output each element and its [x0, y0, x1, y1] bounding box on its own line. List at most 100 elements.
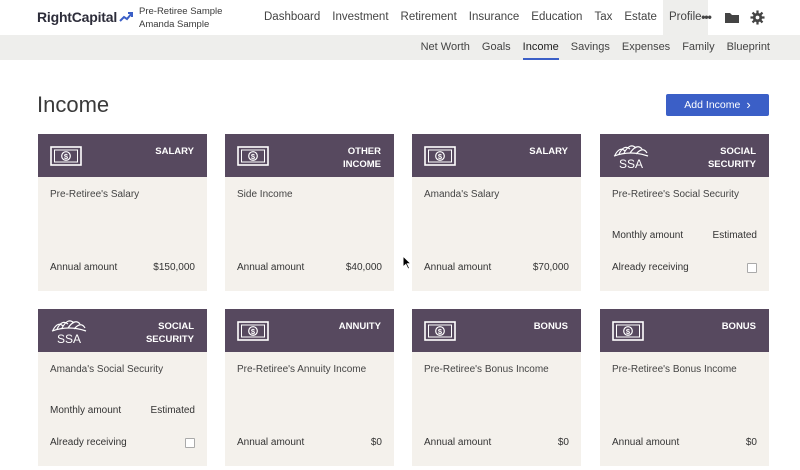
- subnav-net-worth[interactable]: Net Worth: [421, 35, 470, 60]
- card-row-label: Already receiving: [50, 437, 127, 448]
- more-menu-icon[interactable]: •••: [697, 8, 715, 26]
- main-nav: Dashboard Investment Retirement Insuranc…: [258, 0, 708, 35]
- card-row-label: Monthly amount: [612, 230, 684, 241]
- card-header: $ ANNUITY: [225, 309, 394, 352]
- card-type-label: OTHER INCOME: [343, 146, 381, 170]
- ssa-icon: SSA: [612, 142, 650, 175]
- income-card[interactable]: SSA SOCIAL SECURITY Amanda's Social Securi…: [38, 309, 207, 466]
- card-row-value: Estimated: [712, 230, 757, 241]
- income-card[interactable]: $ BONUS Pre-Retiree's Bonus Income Annual a…: [412, 309, 581, 466]
- household-primary: Pre-Retiree Sample: [139, 6, 223, 17]
- nav-dashboard[interactable]: Dashboard: [258, 0, 326, 35]
- nav-estate[interactable]: Estate: [618, 0, 663, 35]
- subnav-goals[interactable]: Goals: [482, 35, 511, 60]
- income-card[interactable]: $ OTHER INCOME Side Income Annual amount $40…: [225, 134, 394, 291]
- brand-logo[interactable]: RightCapital: [37, 9, 134, 25]
- card-type-label: ANNUITY: [338, 321, 381, 332]
- card-row-label: Annual amount: [237, 262, 305, 273]
- income-card[interactable]: $ SALARY Pre-Retiree's Salary Annual amount…: [38, 134, 207, 291]
- card-header: $ SALARY: [412, 134, 581, 177]
- card-income-name: Side Income: [237, 189, 293, 200]
- card-income-name: Pre-Retiree's Salary: [50, 189, 140, 200]
- folder-icon[interactable]: [723, 8, 741, 26]
- subnav-savings[interactable]: Savings: [571, 35, 610, 60]
- card-income-name: Pre-Retiree's Annuity Income: [237, 364, 367, 375]
- cash-icon: $: [237, 146, 269, 171]
- card-income-name: Amanda's Social Security: [50, 364, 164, 375]
- add-income-button[interactable]: Add Income ›: [666, 94, 769, 116]
- cash-icon: $: [237, 321, 269, 346]
- card-row-value: $150,000: [153, 262, 195, 273]
- card-row: Annual amount $40,000: [237, 262, 382, 273]
- card-row-value: $0: [745, 437, 757, 448]
- income-card[interactable]: SSA SOCIAL SECURITY Pre-Retiree's Social S…: [600, 134, 769, 291]
- card-row-label: Monthly amount: [50, 405, 122, 416]
- card-row: Already receiving: [612, 262, 757, 273]
- card-row-label: Annual amount: [424, 262, 492, 273]
- nav-education[interactable]: Education: [525, 0, 588, 35]
- logo-arrow-icon: [119, 12, 134, 22]
- card-income-name: Pre-Retiree's Social Security: [612, 189, 739, 200]
- card-row: Annual amount $150,000: [50, 262, 195, 273]
- card-type-label: SALARY: [155, 146, 194, 157]
- household-switcher[interactable]: Pre-Retiree Sample Amanda Sample: [139, 5, 222, 31]
- card-income-name: Amanda's Salary: [424, 189, 500, 200]
- sub-nav-bar: Net Worth Goals Income Savings Expenses …: [0, 35, 800, 60]
- income-card[interactable]: $ BONUS Pre-Retiree's Bonus Income Annual a…: [600, 309, 769, 466]
- income-card[interactable]: $ SALARY Amanda's Salary Annual amount $70,0…: [412, 134, 581, 291]
- cash-icon: $: [612, 321, 644, 346]
- card-row: Annual amount $0: [424, 437, 569, 448]
- card-type-label: SOCIAL SECURITY: [145, 321, 194, 345]
- card-header: $ OTHER INCOME: [225, 134, 394, 177]
- cash-icon: $: [424, 321, 456, 346]
- subnav-expenses[interactable]: Expenses: [622, 35, 670, 60]
- card-row-label: Annual amount: [50, 262, 118, 273]
- cash-icon: $: [50, 146, 82, 171]
- card-row-value: $0: [557, 437, 569, 448]
- card-row-value: $40,000: [345, 262, 382, 273]
- nav-investment[interactable]: Investment: [326, 0, 394, 35]
- card-income-name: Pre-Retiree's Bonus Income: [424, 364, 549, 375]
- card-type-label: BONUS: [533, 321, 568, 332]
- card-type-label: BONUS: [721, 321, 756, 332]
- card-row-value: Estimated: [150, 405, 195, 416]
- card-row: Already receiving: [50, 437, 195, 448]
- chevron-right-icon: ›: [746, 97, 751, 112]
- card-row-label: Annual amount: [424, 437, 492, 448]
- card-row: Annual amount $0: [237, 437, 382, 448]
- card-row: Monthly amount Estimated: [612, 230, 757, 241]
- svg-text:SSA: SSA: [619, 157, 643, 170]
- card-row: Annual amount $70,000: [424, 262, 569, 273]
- nav-retirement[interactable]: Retirement: [395, 0, 463, 35]
- card-row: Monthly amount Estimated: [50, 405, 195, 416]
- card-header: $ BONUS: [600, 309, 769, 352]
- already-receiving-checkbox[interactable]: [747, 262, 757, 273]
- gear-icon[interactable]: [748, 8, 766, 26]
- card-row-value: $0: [370, 437, 382, 448]
- card-row: Annual amount $0: [612, 437, 757, 448]
- card-income-name: Pre-Retiree's Bonus Income: [612, 364, 737, 375]
- page-title: Income: [37, 92, 110, 117]
- household-secondary: Amanda Sample: [139, 19, 210, 30]
- cash-icon: $: [424, 146, 456, 171]
- card-row-label: Already receiving: [612, 262, 689, 273]
- card-type-label: SOCIAL SECURITY: [707, 146, 756, 170]
- subnav-blueprint[interactable]: Blueprint: [727, 35, 770, 60]
- add-income-label: Add Income: [684, 99, 741, 111]
- subnav-income[interactable]: Income: [522, 35, 559, 60]
- card-header: SSA SOCIAL SECURITY: [38, 309, 207, 352]
- card-type-label: SALARY: [529, 146, 568, 157]
- card-row-value: $70,000: [532, 262, 569, 273]
- brand-name: RightCapital: [37, 9, 118, 25]
- nav-insurance[interactable]: Insurance: [463, 0, 526, 35]
- already-receiving-checkbox[interactable]: [185, 437, 195, 448]
- svg-text:SSA: SSA: [57, 332, 81, 345]
- sub-nav: Net Worth Goals Income Savings Expenses …: [409, 35, 770, 60]
- card-header: SSA SOCIAL SECURITY: [600, 134, 769, 177]
- nav-tax[interactable]: Tax: [588, 0, 618, 35]
- subnav-family[interactable]: Family: [682, 35, 714, 60]
- card-header: $ SALARY: [38, 134, 207, 177]
- card-header: $ BONUS: [412, 309, 581, 352]
- income-card[interactable]: $ ANNUITY Pre-Retiree's Annuity Income Annu…: [225, 309, 394, 466]
- card-row-label: Annual amount: [612, 437, 680, 448]
